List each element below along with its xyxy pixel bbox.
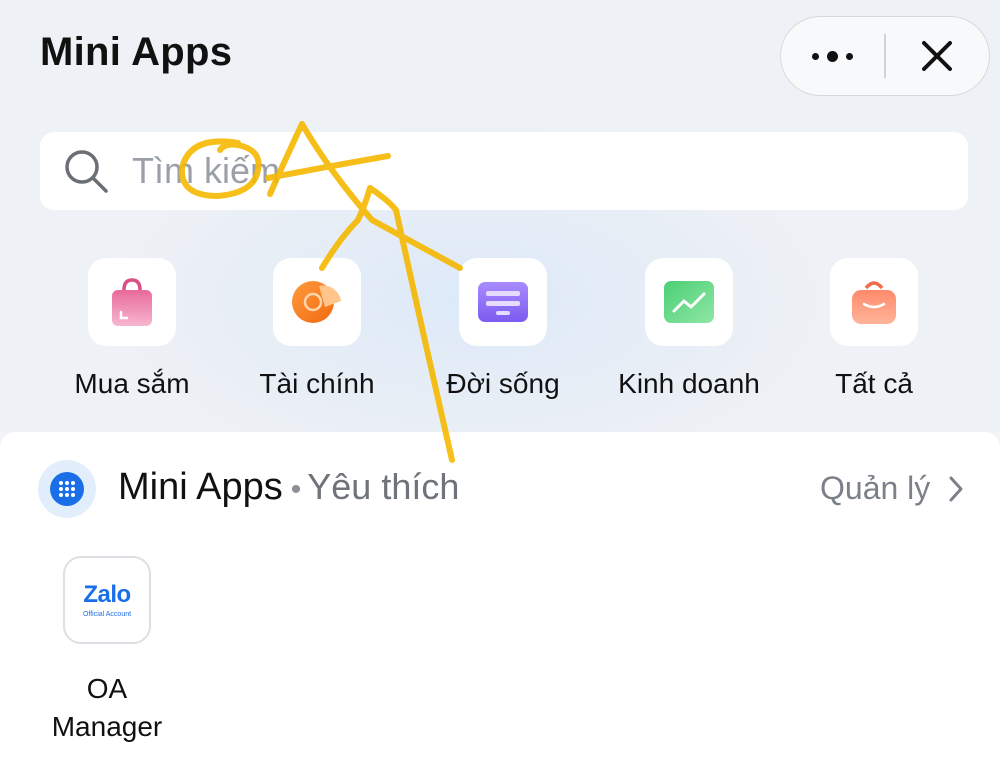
page-title: Mini Apps	[40, 30, 233, 74]
more-dots-icon	[812, 50, 854, 62]
zalo-logo-sub: Official Account	[82, 610, 132, 618]
chevron-right-icon	[949, 476, 963, 501]
search-input[interactable]	[132, 150, 832, 192]
mini-apps-grid-icon	[50, 472, 84, 506]
category-shopping[interactable]: Mua sắm	[42, 258, 222, 400]
business-chart-icon	[664, 281, 714, 323]
search-icon	[65, 150, 108, 193]
search-bar[interactable]	[40, 132, 968, 210]
favorite-app-label-line2: Manager	[51, 711, 163, 742]
zalo-oa-logo: Zalo Official Account	[63, 556, 151, 644]
section-subtitle: Yêu thích	[307, 466, 460, 507]
all-basket-icon	[852, 281, 896, 324]
favorite-app-label: OA Manager	[40, 670, 174, 746]
section-title-main: Mini Apps	[118, 466, 283, 508]
category-label: Tất cả	[835, 368, 913, 399]
lifestyle-card-icon	[478, 282, 528, 322]
category-tile	[830, 258, 918, 346]
section-icon	[38, 460, 96, 518]
zalo-logo-word: Zalo	[83, 580, 131, 608]
category-tile	[459, 258, 547, 346]
category-business[interactable]: Kinh doanh	[599, 258, 779, 400]
close-icon	[922, 41, 953, 71]
category-tile	[273, 258, 361, 346]
category-label: Mua sắm	[74, 368, 190, 399]
favorite-app-label-line1: OA	[86, 673, 128, 704]
manage-label: Quản lý	[820, 470, 931, 506]
window-capsule	[780, 16, 990, 96]
category-label: Kinh doanh	[618, 368, 760, 399]
category-lifestyle[interactable]: Đời sống	[413, 258, 593, 400]
more-button[interactable]	[781, 17, 884, 95]
finance-coin-icon	[292, 281, 341, 323]
category-label: Đời sống	[446, 368, 560, 399]
title-separator-dot: •	[290, 473, 302, 506]
category-all[interactable]: Tất cả	[784, 258, 964, 400]
close-button[interactable]	[886, 17, 989, 95]
shopping-bag-icon	[112, 278, 152, 326]
category-label: Tài chính	[259, 368, 375, 399]
manage-link[interactable]: Quản lý	[820, 470, 964, 507]
section-title: Mini Apps • Yêu thích	[118, 466, 459, 509]
category-tile	[645, 258, 733, 346]
category-tile	[88, 258, 176, 346]
favorite-app-oa-manager[interactable]: Zalo Official Account OA Manager	[40, 556, 174, 746]
category-finance[interactable]: Tài chính	[227, 258, 407, 400]
